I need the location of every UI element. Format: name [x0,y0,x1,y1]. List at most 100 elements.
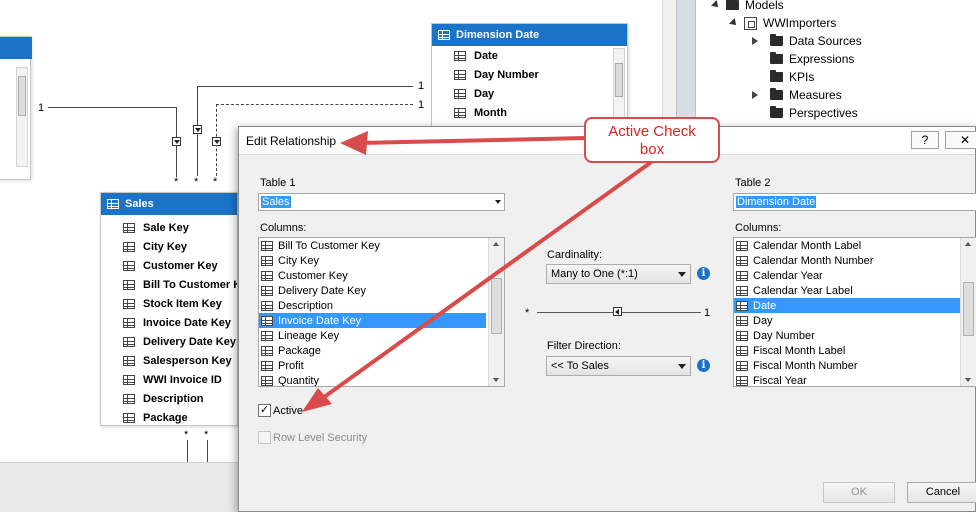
tree-item-kpis[interactable]: KPIs [770,68,814,86]
tabular-model-explorer[interactable]: Models WWImporters Data Sources Expressi… [696,0,976,126]
table-sales-header[interactable]: Sales [101,193,237,215]
collapsed-icon[interactable] [752,91,758,99]
row-level-security-checkbox[interactable] [258,431,271,444]
column-icon [736,375,748,386]
relationship-line[interactable] [187,440,188,464]
tree-item-perspectives[interactable]: Perspectives [770,104,858,122]
scroll-up-icon[interactable] [965,242,971,246]
diagram-scrollbar[interactable] [662,0,676,130]
relationship-line[interactable] [48,107,176,108]
list-item[interactable]: Fiscal Month Label [734,343,976,358]
scroll-down-icon[interactable] [493,378,499,382]
active-checkbox[interactable]: ✓ [258,404,271,417]
relation-many-label: * [525,307,530,319]
relation-one-label: 1 [38,102,45,114]
list-item[interactable]: Calendar Month Number [734,253,976,268]
table-partial-left[interactable] [0,36,32,180]
scroll-thumb[interactable] [491,278,502,334]
list-item[interactable]: Calendar Year Label [734,283,976,298]
table-partial-scrollbar[interactable] [16,67,28,167]
tree-item-data-sources[interactable]: Data Sources [752,32,862,50]
table1-select[interactable]: Sales [258,193,505,211]
field-package[interactable]: Package [101,408,237,425]
column-icon [736,270,748,281]
table-sales[interactable]: Sales Sale Key City Key Customer Key Bil… [100,192,238,426]
field-sale-key[interactable]: Sale Key [101,218,237,237]
field-bill-to-customer-key[interactable]: Bill To Customer Key [101,275,237,294]
info-icon[interactable]: i [697,267,710,280]
table2-columns-scrollbar[interactable] [960,238,976,386]
field-day[interactable]: Day [432,84,627,103]
ok-button[interactable]: OK [823,482,895,503]
tree-item-expressions[interactable]: Expressions [770,50,854,68]
close-button[interactable]: ✕ [945,131,976,149]
relation-one-label: 1 [418,80,425,92]
help-button[interactable]: ? [911,131,939,149]
list-item[interactable]: Bill To Customer Key [259,238,504,253]
callout-line1: Active Check [608,123,696,140]
tree-item-wwimporters[interactable]: WWImporters [729,14,836,32]
list-item[interactable]: Package [259,343,504,358]
list-item[interactable]: Profit [259,358,504,373]
tree-item-models[interactable]: Models [711,0,784,14]
column-icon [736,330,748,341]
column-icon [736,315,748,326]
list-item[interactable]: Calendar Year [734,268,976,283]
list-item[interactable]: Day Number [734,328,976,343]
collapsed-icon[interactable] [752,37,758,45]
table2-label: Table 2 [735,177,771,189]
table1-columns-scrollbar[interactable] [488,238,504,386]
relationship-line-inactive[interactable] [216,104,413,105]
folder-icon [770,70,783,82]
list-item[interactable]: City Key [259,253,504,268]
list-item[interactable]: Quantity [259,373,504,386]
expanded-icon[interactable] [711,0,721,10]
list-item[interactable]: Description [259,298,504,313]
cardinality-select[interactable]: Many to One (*:1) [546,264,691,284]
field-date[interactable]: Date [432,46,627,65]
field-description[interactable]: Description [101,389,237,408]
edit-relationship-dialog[interactable]: Edit Relationship ? ✕ Table 1 Sales Colu… [238,126,976,512]
table2-select[interactable]: Dimension Date [733,193,976,211]
tree-item-measures[interactable]: Measures [752,86,842,104]
relationship-line[interactable] [197,86,413,87]
relation-one-label: 1 [418,99,425,111]
filter-direction-select[interactable]: << To Sales [546,356,691,376]
table2-columns-list[interactable]: Calendar Month Label Calendar Month Numb… [733,237,976,387]
field-wwi-invoice-id[interactable]: WWI Invoice ID [101,370,237,389]
field-invoice-date-key[interactable]: Invoice Date Key [101,313,237,332]
list-item[interactable]: Fiscal Month Number [734,358,976,373]
list-item[interactable]: Calendar Month Label [734,238,976,253]
relation-many-label: * [184,429,189,441]
list-item[interactable]: Fiscal Year [734,373,976,386]
field-stock-item-key[interactable]: Stock Item Key [101,294,237,313]
field-delivery-date-key[interactable]: Delivery Date Key [101,332,237,351]
list-item-selected[interactable]: Date [734,298,962,313]
field-day-number[interactable]: Day Number [432,65,627,84]
table-dimension-date-header[interactable]: Dimension Date [432,24,627,46]
scroll-up-icon[interactable] [493,242,499,246]
list-item[interactable]: Customer Key [259,268,504,283]
table-dimension-date[interactable]: Dimension Date Date Day Number Day Month [431,23,628,128]
list-item[interactable]: Day [734,313,976,328]
scroll-thumb[interactable] [963,282,974,336]
list-item[interactable]: Lineage Key [259,328,504,343]
field-salesperson-key[interactable]: Salesperson Key [101,351,237,370]
table-dimension-date-scrollbar[interactable] [613,48,625,126]
column-icon [123,355,135,366]
list-item-selected[interactable]: Invoice Date Key [259,313,486,328]
column-icon [261,360,273,371]
field-customer-key[interactable]: Customer Key [101,256,237,275]
info-icon[interactable]: i [697,359,710,372]
scroll-down-icon[interactable] [965,378,971,382]
list-item[interactable]: Delivery Date Key [259,283,504,298]
table-dimension-date-scroll-thumb[interactable] [615,63,623,97]
table1-columns-list[interactable]: Bill To Customer Key City Key Customer K… [258,237,505,387]
table-partial-scroll-thumb[interactable] [18,76,26,116]
relation-many-label: * [204,429,209,441]
field-city-key[interactable]: City Key [101,237,237,256]
relationship-line[interactable] [207,440,208,464]
cardinality-label: Cardinality: [547,249,603,261]
expanded-icon[interactable] [729,18,739,28]
cancel-button[interactable]: Cancel [907,482,976,503]
